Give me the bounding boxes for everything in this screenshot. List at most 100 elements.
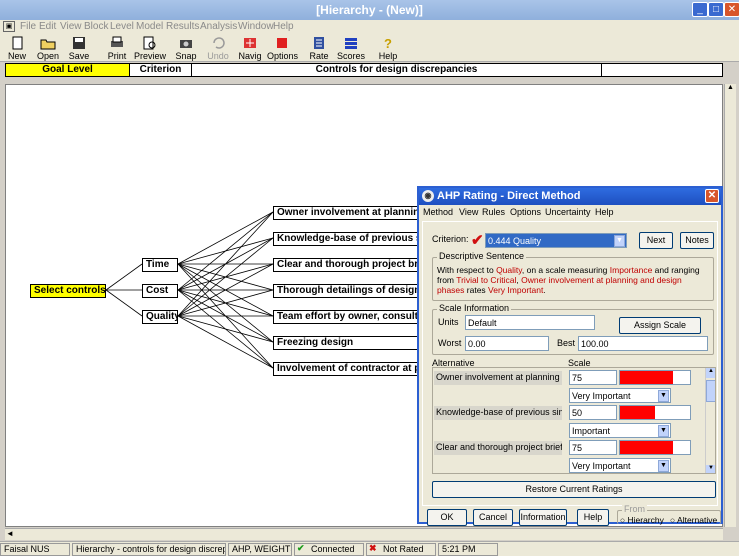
rating-verbal-dropdown[interactable]: Very Important ▼ bbox=[569, 458, 671, 473]
ratings-list: Owner involvement at planning and 75 Very … bbox=[432, 367, 716, 474]
menu-analysis[interactable]: Analysis bbox=[200, 21, 237, 32]
rating-bar[interactable] bbox=[619, 405, 691, 420]
best-field[interactable]: 100.00 bbox=[578, 336, 708, 351]
dialog-close-button[interactable]: ✕ bbox=[705, 189, 719, 203]
preview-button[interactable]: Preview bbox=[134, 35, 166, 61]
menu-model[interactable]: Model bbox=[136, 21, 163, 32]
maximize-button[interactable]: □ bbox=[708, 2, 724, 17]
sentence-part: . bbox=[543, 285, 546, 295]
scores-button[interactable]: Scores bbox=[336, 35, 366, 61]
dialog-menu-rules[interactable]: Rules bbox=[482, 207, 505, 217]
alternative-node[interactable]: Involvement of contractor at pla bbox=[273, 362, 423, 376]
minimize-button[interactable]: _ bbox=[692, 2, 708, 17]
help-label: Help bbox=[378, 51, 398, 61]
scroll-thumb[interactable] bbox=[706, 380, 715, 402]
menu-file[interactable]: File bbox=[20, 21, 36, 32]
dialog-menu-options[interactable]: Options bbox=[510, 207, 541, 217]
help-dialog-button[interactable]: Help bbox=[577, 509, 609, 526]
navig-button[interactable]: Navig bbox=[235, 35, 265, 61]
next-button[interactable]: Next bbox=[639, 232, 673, 249]
help-icon: ? bbox=[384, 36, 392, 50]
scroll-up-icon[interactable]: ▲ bbox=[706, 368, 715, 378]
save-button[interactable]: Save bbox=[64, 35, 94, 61]
close-button[interactable]: ✕ bbox=[724, 2, 739, 17]
dialog-title-bar[interactable]: ◉ AHP Rating - Direct Method ✕ bbox=[419, 188, 721, 205]
rating-score-field[interactable]: 75 bbox=[569, 370, 617, 385]
menu-view[interactable]: View bbox=[60, 21, 82, 32]
criterion-value: 0.444 Quality bbox=[488, 236, 542, 246]
navig-label: Navig bbox=[238, 51, 262, 61]
worst-label: Worst bbox=[438, 338, 462, 348]
scroll-up-icon[interactable]: ▲ bbox=[725, 84, 736, 96]
menu-edit[interactable]: Edit bbox=[39, 21, 56, 32]
rating-bar[interactable] bbox=[619, 370, 691, 385]
alternative-node[interactable]: Freezing design bbox=[273, 336, 423, 350]
notes-button[interactable]: Notes bbox=[680, 232, 714, 249]
alternative-node[interactable]: Thorough detailings of design bbox=[273, 284, 423, 298]
hierarchy-radio[interactable]: ○ Hierarchy bbox=[620, 515, 664, 525]
new-button[interactable]: New bbox=[2, 35, 32, 61]
rating-alternative: Clear and thorough project brief bbox=[434, 441, 562, 455]
menu-window[interactable]: Window bbox=[238, 21, 274, 32]
criterion-header[interactable]: Criterion bbox=[130, 64, 192, 76]
menu-level[interactable]: Level bbox=[110, 21, 134, 32]
horizontal-scrollbar[interactable]: ◄ bbox=[5, 528, 723, 540]
chevron-down-icon[interactable]: ▼ bbox=[658, 425, 669, 437]
navig-icon bbox=[244, 38, 256, 48]
menu-help[interactable]: Help bbox=[273, 21, 294, 32]
snap-button[interactable]: Snap bbox=[171, 35, 201, 61]
dialog-menu-view[interactable]: View bbox=[459, 207, 478, 217]
rating-bar[interactable] bbox=[619, 440, 691, 455]
cancel-button[interactable]: Cancel bbox=[473, 509, 513, 526]
menu-block[interactable]: Block bbox=[84, 21, 108, 32]
rating-score-field[interactable]: 75 bbox=[569, 440, 617, 455]
scroll-down-icon[interactable]: ▼ bbox=[706, 465, 715, 473]
criterion-node-time[interactable]: Time bbox=[142, 258, 178, 272]
dialog-menu-uncertainty[interactable]: Uncertainty bbox=[545, 207, 591, 217]
chevron-down-icon[interactable]: ▼ bbox=[658, 460, 669, 472]
scroll-left-icon[interactable]: ◄ bbox=[6, 529, 14, 538]
goal-node[interactable]: Select controls bbox=[30, 284, 106, 298]
descriptive-sentence-title: Descriptive Sentence bbox=[437, 251, 527, 261]
rating-row: Clear and thorough project brief 75 Very I… bbox=[433, 440, 705, 473]
menu-bar: ▣ File Edit View Block Level Model Resul… bbox=[0, 20, 739, 34]
rating-verbal-value: Very Important bbox=[572, 391, 631, 401]
information-button[interactable]: Information bbox=[519, 509, 567, 526]
help-button[interactable]: ? Help bbox=[373, 35, 403, 61]
units-field[interactable]: Default bbox=[465, 315, 595, 330]
chevron-down-icon[interactable]: ▼ bbox=[658, 390, 669, 402]
open-button[interactable]: Open bbox=[33, 35, 63, 61]
options-button[interactable]: Options bbox=[267, 35, 298, 61]
app-system-icon[interactable]: ▣ bbox=[3, 21, 15, 32]
print-button[interactable]: Print bbox=[102, 35, 132, 61]
criterion-dropdown[interactable]: 0.444 Quality ▼ bbox=[485, 233, 627, 248]
alternative-radio[interactable]: ○ Alternative bbox=[670, 515, 717, 525]
assign-scale-button[interactable]: Assign Scale bbox=[619, 317, 701, 334]
descriptive-sentence-group: Descriptive Sentence With respect to Qua… bbox=[432, 251, 714, 301]
worst-field[interactable]: 0.00 bbox=[465, 336, 549, 351]
rating-verbal-dropdown[interactable]: Very Important ▼ bbox=[569, 388, 671, 403]
alternative-node[interactable]: Team effort by owner, consulta bbox=[273, 310, 423, 324]
criterion-node-quality[interactable]: Quality bbox=[142, 310, 178, 324]
rating-score-field[interactable]: 50 bbox=[569, 405, 617, 420]
chevron-down-icon[interactable]: ▼ bbox=[614, 235, 625, 247]
restore-current-ratings-button[interactable]: Restore Current Ratings bbox=[432, 481, 716, 498]
undo-button[interactable]: Undo bbox=[203, 35, 233, 61]
menu-results[interactable]: Results bbox=[166, 21, 199, 32]
goal-level-header[interactable]: Goal Level bbox=[6, 64, 130, 76]
ok-button[interactable]: OK bbox=[427, 509, 467, 526]
dialog-menu-help[interactable]: Help bbox=[595, 207, 614, 217]
alternatives-header[interactable]: Controls for design discrepancies bbox=[192, 64, 602, 76]
vertical-scrollbar[interactable]: ▲ bbox=[724, 84, 736, 527]
sentence-range: Trivial to Critical bbox=[456, 275, 517, 285]
criterion-node-cost[interactable]: Cost bbox=[142, 284, 178, 298]
alternative-node[interactable]: Clear and thorough project bri bbox=[273, 258, 423, 272]
dialog-menu-method[interactable]: Method bbox=[423, 207, 453, 217]
rating-verbal-dropdown[interactable]: Important ▼ bbox=[569, 423, 671, 438]
alternative-node[interactable]: Knowledge-base of previous sir bbox=[273, 232, 423, 246]
ratings-rows: Owner involvement at planning and 75 Very … bbox=[433, 368, 705, 473]
alternative-node[interactable]: Owner involvement at planning bbox=[273, 206, 423, 220]
ratings-scrollbar[interactable]: ▲ ▼ bbox=[705, 368, 715, 473]
rate-button[interactable]: Rate bbox=[304, 35, 334, 61]
options-icon bbox=[277, 38, 287, 48]
